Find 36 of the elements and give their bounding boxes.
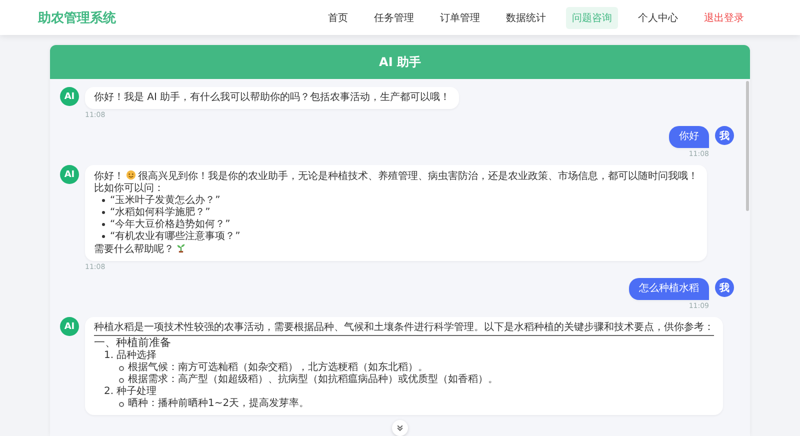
avatar: AI	[60, 317, 79, 336]
list-item: “有机农业有哪些注意事项？”	[94, 231, 240, 243]
sprout-icon	[176, 243, 186, 253]
list-item: “玉米叶子发黄怎么办？”	[94, 195, 220, 207]
nav-link[interactable]: 个人中心	[632, 6, 684, 28]
logout-link[interactable]: 退出登录	[698, 6, 750, 28]
list-item: “水稻如何科学施肥？”	[94, 207, 210, 219]
message-text: 种植水稻是一项技术性较强的农事活动，需要根据品种、气候和土壤条件进行科学管理。以下是水稻种植的关键步骤和技术要点，供你参考：	[94, 322, 714, 336]
avatar: AI	[60, 87, 79, 106]
app-title: 助农管理系统	[38, 10, 116, 26]
list-item: 根据需求：高产型（如超级稻）、抗病型（如抗稻瘟病品种）或优质型（如香稻）。	[94, 374, 498, 386]
nav-link[interactable]: 首页	[322, 6, 354, 28]
message-text: 需要什么帮助呢？	[94, 244, 174, 255]
chat-title: AI 助手	[379, 54, 421, 70]
message-text: 比如你可以问：	[94, 183, 164, 194]
avatar: 我	[715, 278, 734, 297]
message-text: 怎么种植水稻	[639, 283, 699, 294]
message-text: 你好！	[94, 171, 124, 182]
step-title: 1. 品种选择	[103, 350, 157, 362]
avatar: 我	[715, 126, 734, 145]
list-item: “今年大豆价格趋势如何？”	[94, 219, 230, 231]
chevron-down-icon	[396, 424, 404, 432]
scrollbar[interactable]	[746, 81, 749, 211]
list-item: 根据气候：南方可选籼稻（如杂交稻），北方选粳稻（如东北稻）。	[94, 362, 428, 374]
nav-link[interactable]: 数据统计	[500, 6, 552, 28]
smiley-icon	[126, 170, 136, 180]
section-heading: 一、种植前准备	[94, 336, 172, 350]
avatar: AI	[60, 165, 79, 184]
message-text: 你好	[679, 131, 699, 142]
nav-link[interactable]: 订单管理	[434, 6, 486, 28]
step-title: 2. 种子处理	[103, 386, 157, 398]
nav-link[interactable]: 任务管理	[368, 6, 420, 28]
scroll-down-button[interactable]	[392, 420, 408, 436]
list-item: 晒种：播种前晒种1~2天，提高发芽率。	[94, 398, 310, 410]
message-text: 很高兴见到你！我是你的农业助手，无论是种植技术、养殖管理、病虫害防治，还是农业政策、市场信息，都可以随时问我哦！	[138, 171, 698, 182]
message-text: 你好！我是 AI 助手，有什么我可以帮助你的吗？包括农事活动，生产都可以哦！	[94, 92, 450, 103]
